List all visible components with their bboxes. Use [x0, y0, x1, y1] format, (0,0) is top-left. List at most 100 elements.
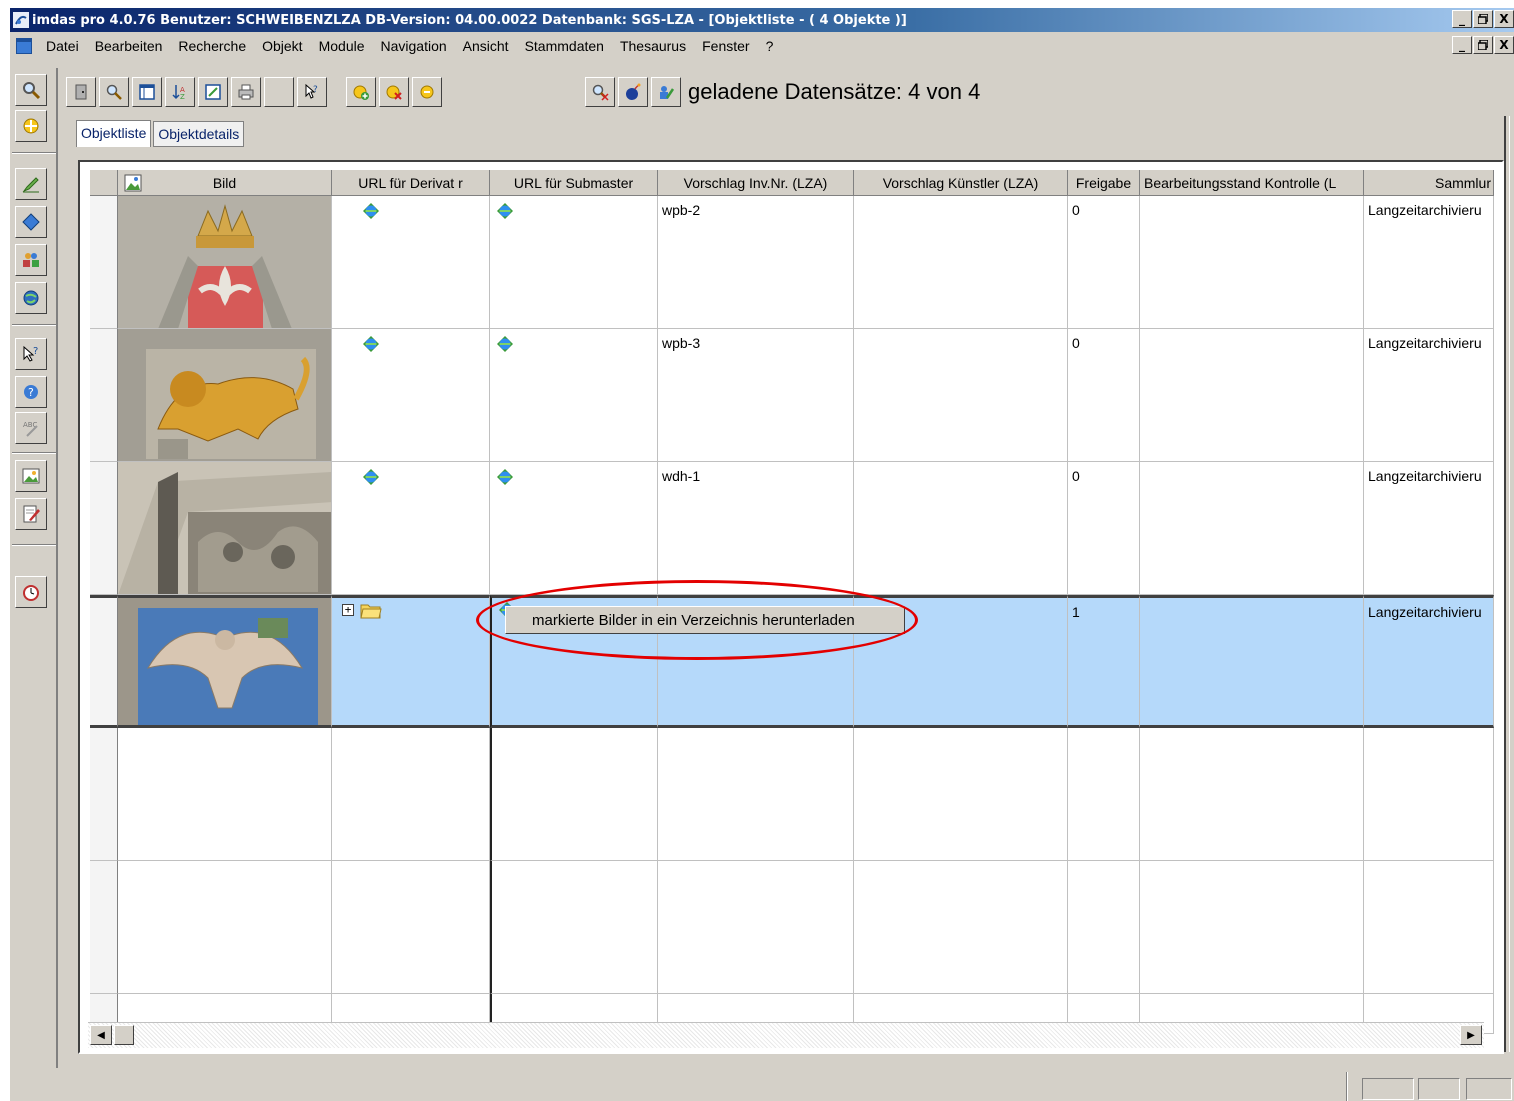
user-edit-icon[interactable] — [651, 77, 681, 107]
cell-vorschlag-inv[interactable]: wpb-3 — [658, 329, 854, 462]
cell-bearbeitungsstand[interactable] — [1140, 329, 1364, 462]
tab-objektdetails[interactable]: Objektdetails — [153, 121, 245, 147]
cell-vorschlag-kuenstler[interactable] — [854, 462, 1068, 595]
maximize-button[interactable] — [1473, 10, 1493, 28]
help-pointer-icon[interactable]: ? — [15, 338, 47, 370]
row-header[interactable] — [90, 329, 118, 462]
crown-fleur-de-lis-image — [118, 196, 331, 328]
empty-cell — [332, 728, 490, 861]
menu-ansicht[interactable]: Ansicht — [455, 38, 517, 54]
image-icon[interactable] — [15, 460, 47, 492]
folder-icon[interactable] — [360, 601, 382, 619]
thumbnail-crown-relief[interactable] — [118, 196, 332, 329]
cell-freigabe[interactable]: 0 — [1068, 329, 1140, 462]
delete-object-icon[interactable] — [379, 77, 409, 107]
row-header-selected[interactable] — [90, 595, 118, 728]
cell-url-submaster[interactable] — [490, 329, 658, 462]
menu-objekt[interactable]: Objekt — [254, 38, 310, 54]
thumbnail-ornament-panel[interactable] — [118, 462, 332, 595]
edit-document-icon[interactable] — [15, 498, 47, 530]
expand-plus-icon[interactable]: + — [342, 604, 354, 616]
cell-sammlung[interactable]: Langzeitarchivieru — [1364, 196, 1494, 329]
menu-recherche[interactable]: Recherche — [170, 38, 254, 54]
cell-url-derivat[interactable] — [332, 329, 490, 462]
object-icon[interactable] — [15, 206, 47, 238]
menu-stammdaten[interactable]: Stammdaten — [517, 38, 612, 54]
column-header-bearbeitungsstand[interactable]: Bearbeitungsstand Kontrolle (L — [1140, 170, 1364, 196]
column-header-freigabe[interactable]: Freigabe — [1068, 170, 1140, 196]
mdi-close-button[interactable]: X — [1494, 36, 1514, 54]
menu-fenster[interactable]: Fenster — [694, 38, 757, 54]
cell-bearbeitungsstand[interactable] — [1140, 462, 1364, 595]
column-header-url-derivat[interactable]: URL für Derivat r — [332, 170, 490, 196]
cell-freigabe[interactable]: 0 — [1068, 196, 1140, 329]
edit-icon[interactable] — [198, 77, 228, 107]
column-header-bild[interactable]: Bild — [118, 170, 332, 196]
cell-vorschlag-inv[interactable]: wdh-1 — [658, 462, 854, 595]
info-icon[interactable]: ? — [15, 376, 47, 408]
bomb-icon[interactable] — [618, 77, 648, 107]
cell-sammlung[interactable]: Langzeitarchivieru — [1364, 329, 1494, 462]
scroll-left-button[interactable]: ◀ — [90, 1025, 112, 1045]
cell-url-submaster[interactable] — [490, 196, 658, 329]
search-icon[interactable] — [15, 74, 47, 106]
menu-datei[interactable]: Datei — [38, 38, 87, 54]
cell-url-submaster[interactable] — [490, 462, 658, 595]
table-view-icon[interactable] — [132, 77, 162, 107]
cell-bearbeitungsstand-selected[interactable] — [1140, 595, 1364, 728]
context-menu-download-images[interactable]: markierte Bilder in ein Verzeichnis heru… — [505, 606, 905, 634]
search-icon[interactable] — [99, 77, 129, 107]
menu-bearbeiten[interactable]: Bearbeiten — [87, 38, 171, 54]
scroll-right-button[interactable]: ▶ — [1460, 1025, 1482, 1045]
menu-thesaurus[interactable]: Thesaurus — [612, 38, 694, 54]
exit-door-icon[interactable] — [66, 77, 96, 107]
minimize-button[interactable]: _ — [1452, 10, 1472, 28]
cell-sammlung[interactable]: Langzeitarchivieru — [1364, 462, 1494, 595]
cell-freigabe-selected[interactable]: 1 — [1068, 595, 1140, 728]
cell-freigabe[interactable]: 0 — [1068, 462, 1140, 595]
add-object-icon[interactable] — [346, 77, 376, 107]
menu-module[interactable]: Module — [311, 38, 373, 54]
thumbnail-eagle-relief[interactable] — [118, 595, 332, 728]
cell-vorschlag-inv[interactable]: wpb-2 — [658, 196, 854, 329]
window-title: imdas pro 4.0.76 Benutzer: SCHWEIBENZLZA… — [32, 12, 907, 28]
column-header-rownum[interactable] — [90, 170, 118, 196]
column-header-sammlung[interactable]: Sammlur — [1364, 170, 1494, 196]
blank-button[interactable] — [264, 77, 294, 107]
cell-url-derivat-selected[interactable]: + — [332, 595, 490, 728]
alarm-clock-icon[interactable] — [15, 576, 47, 608]
menu-help[interactable]: ? — [758, 38, 782, 54]
title-bar[interactable]: imdas pro 4.0.76 Benutzer: SCHWEIBENZLZA… — [10, 8, 1514, 32]
tab-objektliste[interactable]: Objektliste — [76, 120, 152, 147]
help-pointer-icon[interactable]: ? — [297, 77, 327, 107]
cell-url-derivat[interactable] — [332, 462, 490, 595]
cell-sammlung-selected[interactable]: Langzeitarchivieru — [1364, 595, 1494, 728]
new-record-icon[interactable] — [15, 110, 47, 142]
persons-icon[interactable] — [15, 244, 47, 276]
cell-bearbeitungsstand[interactable] — [1140, 196, 1364, 329]
remove-filter-icon[interactable] — [585, 77, 615, 107]
menu-navigation[interactable]: Navigation — [373, 38, 455, 54]
empty-cell — [1140, 728, 1364, 861]
mdi-minimize-button[interactable]: _ — [1452, 36, 1472, 54]
document-icon[interactable] — [16, 38, 32, 54]
thumbnail-lion-relief[interactable] — [118, 329, 332, 462]
close-button[interactable]: X — [1494, 10, 1514, 28]
scrollbar-thumb[interactable] — [114, 1025, 134, 1045]
row-header[interactable] — [90, 196, 118, 329]
sort-icon[interactable]: AZ — [165, 77, 195, 107]
cell-vorschlag-kuenstler[interactable] — [854, 196, 1068, 329]
edit-pencil-icon[interactable] — [15, 168, 47, 200]
horizontal-scrollbar[interactable]: ◀ ▶ — [88, 1022, 1484, 1048]
copy-object-icon[interactable] — [412, 77, 442, 107]
column-header-vorschlag-inv[interactable]: Vorschlag Inv.Nr. (LZA) — [658, 170, 854, 196]
abc-edit-icon[interactable]: ABC — [15, 412, 47, 444]
column-header-vorschlag-kuenstler[interactable]: Vorschlag Künstler (LZA) — [854, 170, 1068, 196]
row-header[interactable] — [90, 462, 118, 595]
column-header-url-submaster[interactable]: URL für Submaster — [490, 170, 658, 196]
globe-icon[interactable] — [15, 282, 47, 314]
print-icon[interactable] — [231, 77, 261, 107]
cell-url-derivat[interactable] — [332, 196, 490, 329]
mdi-restore-button[interactable] — [1473, 36, 1493, 54]
cell-vorschlag-kuenstler[interactable] — [854, 329, 1068, 462]
